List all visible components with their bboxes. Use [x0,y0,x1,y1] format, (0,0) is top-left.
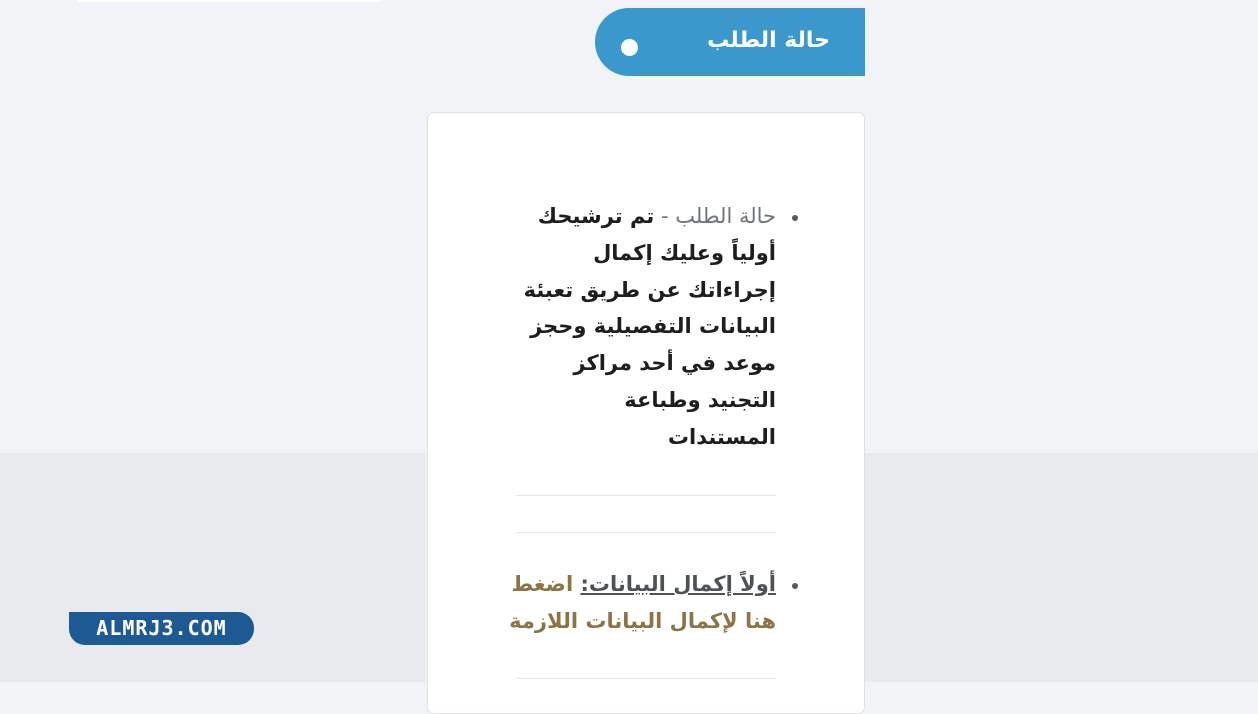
bullet-icon [792,583,798,589]
status-dot-icon [621,39,638,56]
complete-data-item: أولاً إكمال البيانات: اضغط هنا لإكمال ال… [506,566,776,640]
site-logo[interactable]: ALMRJ3.COM [69,612,254,645]
divider [516,678,776,679]
complete-data-link[interactable]: أولاً إكمال البيانات: [581,572,777,596]
status-separator: - [654,204,676,228]
status-line: تم ترشيحك [537,204,655,228]
status-line: أولياً وعليك إكمال [593,240,776,265]
status-line: موعد في أحد مراكز [573,351,776,376]
status-line: إجراءاتك عن طريق تعبئة [523,277,776,302]
status-line: المستندات [667,424,776,449]
divider [516,495,776,496]
complete-data-click-text[interactable]: اضغط [511,572,573,596]
status-label: حالة الطلب [675,204,776,228]
bullet-icon [792,215,798,221]
site-logo-text: ALMRJ3.COM [96,616,227,640]
complete-data-click-text[interactable]: هنا لإكمال البيانات اللازمة [509,609,776,633]
status-line: البيانات التفصيلية وحجز [530,314,776,339]
status-tab-title: حالة الطلب [707,28,830,53]
top-strip [78,0,380,2]
status-line: التجنيد وطباعة [624,387,776,412]
divider [516,532,776,533]
status-description: حالة الطلب - تم ترشيحك أولياً وعليك إكما… [516,198,776,456]
